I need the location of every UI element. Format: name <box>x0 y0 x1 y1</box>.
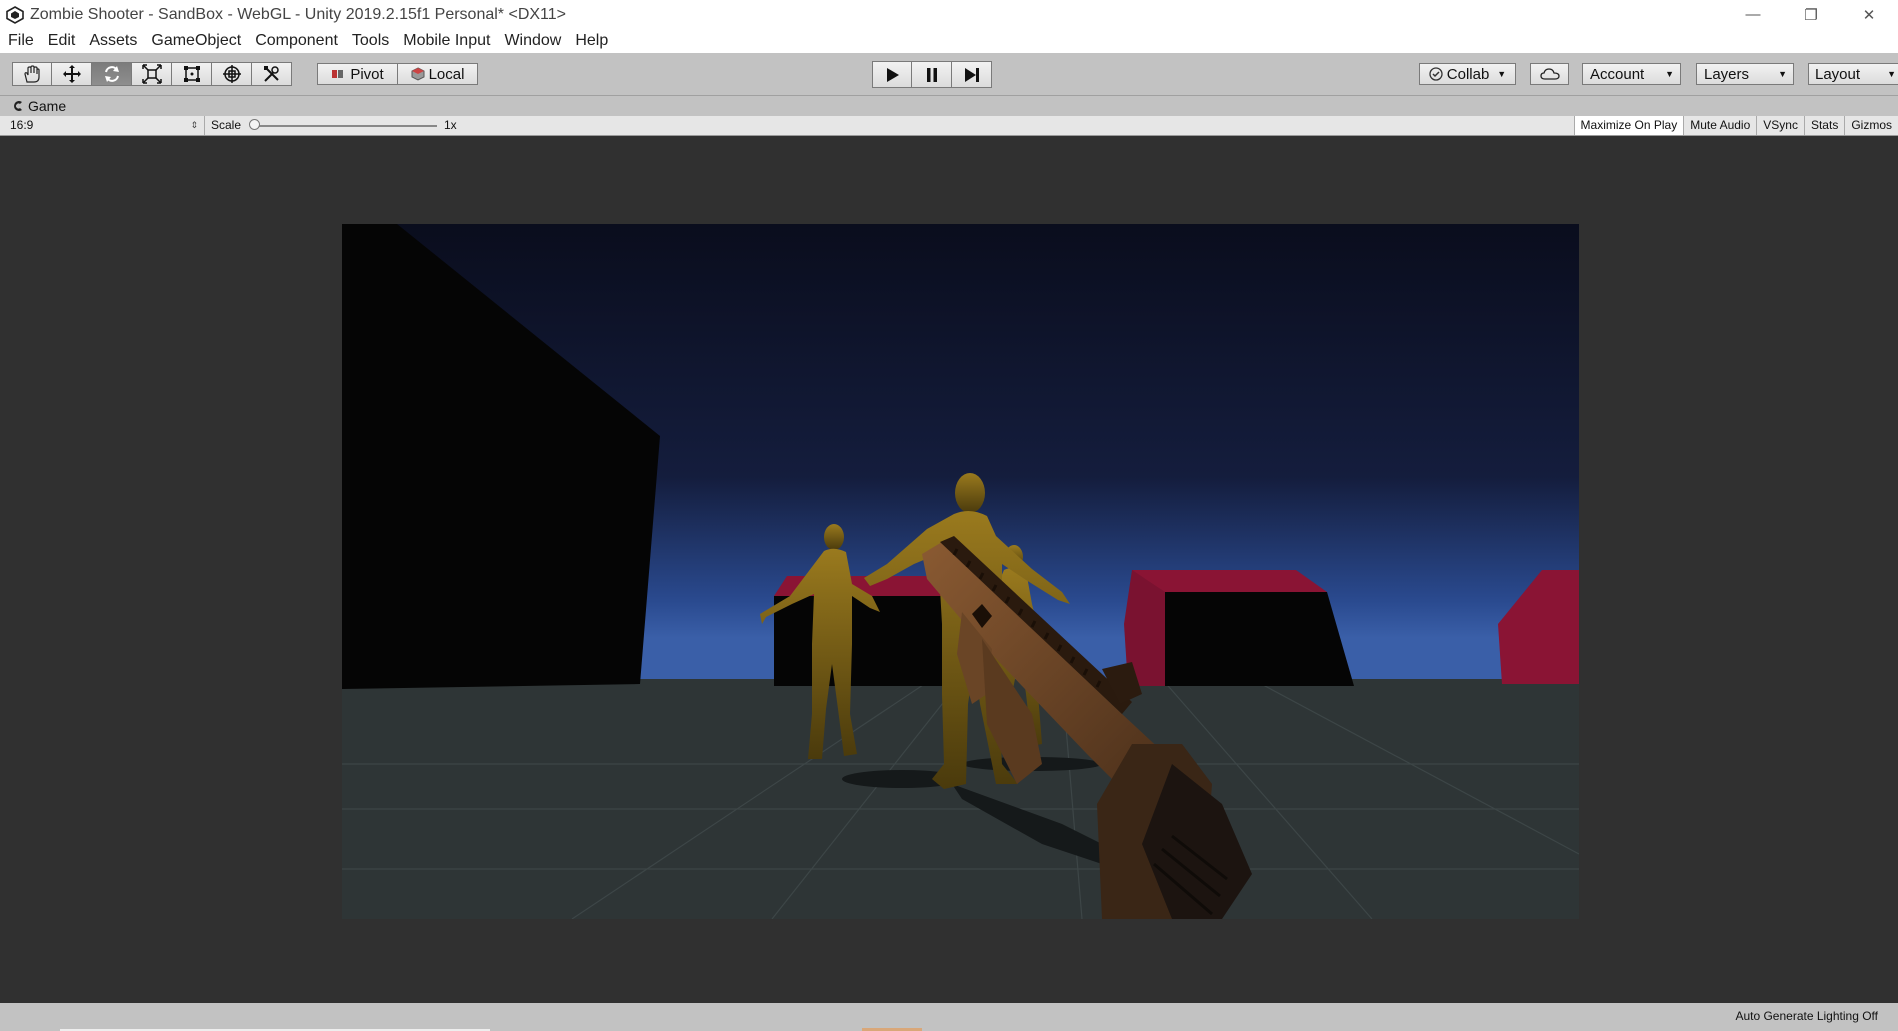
stats-toggle[interactable]: Stats <box>1803 116 1845 135</box>
pivot-toggle-button[interactable]: Pivot <box>317 63 398 85</box>
tools-icon <box>263 66 279 82</box>
move-tool-button[interactable] <box>52 62 92 86</box>
aspect-updown-icon: ⇕ <box>190 120 198 130</box>
unity-logo-icon <box>4 4 26 26</box>
step-button[interactable] <box>952 61 992 88</box>
custom-tool-button[interactable] <box>252 62 292 86</box>
menu-bar: File Edit Assets GameObject Component To… <box>0 29 1898 53</box>
rotate-tool-button[interactable] <box>92 62 132 86</box>
scale-value: 1x <box>444 118 457 132</box>
red-building-right <box>1132 570 1327 592</box>
local-toggle-button[interactable]: Local <box>398 63 478 85</box>
menu-tools[interactable]: Tools <box>345 32 396 50</box>
menu-component[interactable]: Component <box>248 32 345 50</box>
maximize-on-play-toggle[interactable]: Maximize On Play <box>1573 116 1684 135</box>
aspect-ratio-dropdown[interactable]: 16:9 ⇕ <box>0 116 205 135</box>
aspect-ratio-label: 16:9 <box>10 118 34 132</box>
rect-tool-button[interactable] <box>172 62 212 86</box>
game-viewport[interactable] <box>342 224 1579 919</box>
collab-label: Collab <box>1446 65 1490 83</box>
menu-file[interactable]: File <box>0 32 41 50</box>
scale-slider-thumb[interactable] <box>249 119 260 130</box>
menu-gameobject[interactable]: GameObject <box>144 32 248 50</box>
pivot-icon <box>332 70 344 78</box>
layout-dropdown[interactable]: Layout ▼ <box>1808 63 1898 85</box>
layout-chevron-icon: ▼ <box>1887 69 1896 79</box>
scale-tool-button[interactable] <box>132 62 172 86</box>
layout-label: Layout <box>1815 65 1861 83</box>
hand-tool-button[interactable] <box>12 62 52 86</box>
game-scene <box>342 224 1579 919</box>
scale-icon <box>141 64 162 84</box>
pause-button[interactable] <box>912 61 952 88</box>
step-icon <box>964 67 979 82</box>
play-icon <box>887 67 899 82</box>
layers-dropdown[interactable]: Layers ▼ <box>1696 63 1794 85</box>
menu-assets[interactable]: Assets <box>82 32 144 50</box>
menu-mobile-input[interactable]: Mobile Input <box>396 32 497 50</box>
menu-edit[interactable]: Edit <box>41 32 83 50</box>
account-dropdown[interactable]: Account ▼ <box>1582 63 1681 85</box>
collab-chevron-icon: ▼ <box>1497 69 1507 79</box>
rotate-icon <box>104 66 119 82</box>
local-label: Local <box>428 65 465 83</box>
tab-game[interactable]: Game <box>12 98 66 114</box>
game-controller-icon <box>14 101 22 111</box>
gizmos-dropdown[interactable]: Gizmos <box>1844 116 1898 135</box>
account-label: Account <box>1590 65 1645 83</box>
account-chevron-icon: ▼ <box>1665 69 1674 79</box>
local-cube-icon <box>411 67 425 81</box>
game-tab-bar: Game <box>0 96 1898 116</box>
hand-icon <box>24 65 40 83</box>
mute-audio-toggle[interactable]: Mute Audio <box>1683 116 1757 135</box>
scale-label: Scale <box>211 118 242 132</box>
scale-slider-track[interactable] <box>253 125 437 127</box>
vsync-toggle[interactable]: VSync <box>1756 116 1804 135</box>
minimize-button[interactable]: — <box>1724 0 1782 29</box>
tab-game-label: Game <box>28 98 67 114</box>
play-button[interactable] <box>872 61 912 88</box>
main-toolbar: Pivot Local Collab ▼ Account ▼ Layers ▼ … <box>0 53 1898 96</box>
window-title: Zombie Shooter - SandBox - WebGL - Unity… <box>30 5 566 23</box>
transform-icon <box>222 65 241 83</box>
cloud-icon <box>1539 68 1560 80</box>
collab-dropdown[interactable]: Collab ▼ <box>1419 63 1516 85</box>
black-crate-right <box>1165 592 1354 686</box>
pivot-label: Pivot <box>350 65 384 83</box>
restore-button[interactable]: ❐ <box>1782 0 1840 29</box>
status-bar: Auto Generate Lighting Off <box>0 1003 1898 1031</box>
black-crate-center <box>774 596 956 686</box>
game-view-panel <box>0 136 1898 1003</box>
collab-check-icon <box>1429 67 1443 81</box>
close-button[interactable]: ✕ <box>1840 0 1898 29</box>
transform-tool-button[interactable] <box>212 62 252 86</box>
menu-help[interactable]: Help <box>568 32 615 50</box>
menu-window[interactable]: Window <box>497 32 568 50</box>
move-arrows-icon <box>62 65 81 83</box>
title-bar: Zombie Shooter - SandBox - WebGL - Unity… <box>0 0 1898 29</box>
layers-label: Layers <box>1704 65 1750 83</box>
layers-chevron-icon: ▼ <box>1778 69 1787 79</box>
cloud-button[interactable] <box>1530 63 1569 85</box>
rect-transform-icon <box>183 66 200 82</box>
lighting-status[interactable]: Auto Generate Lighting Off <box>1735 1003 1878 1029</box>
pause-icon <box>926 67 937 82</box>
game-view-toolbar: 16:9 ⇕ Scale 1x Maximize On Play Mute Au… <box>0 116 1898 136</box>
